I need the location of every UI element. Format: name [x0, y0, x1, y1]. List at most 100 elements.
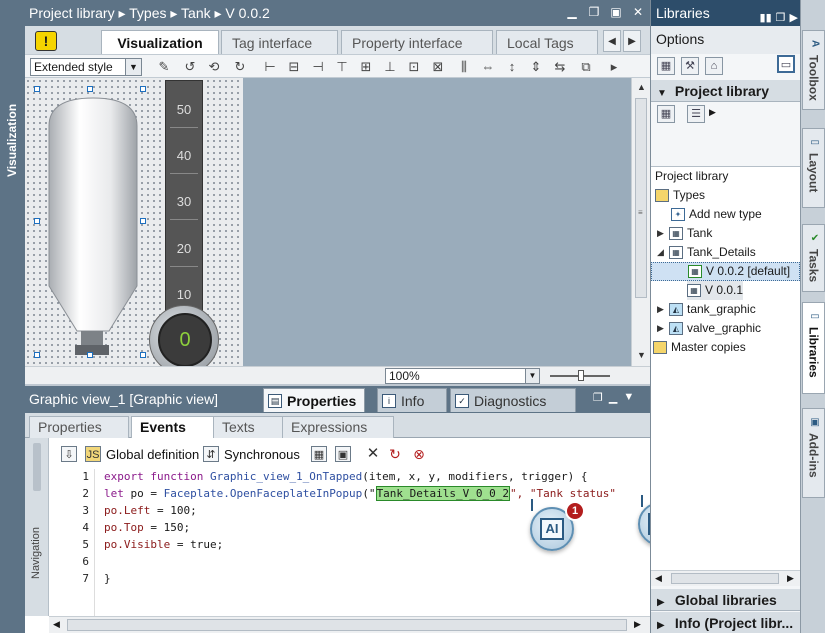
code-line-3[interactable]: po.Left = 100;	[104, 504, 197, 517]
align-top-icon[interactable]: ⊤	[333, 58, 351, 76]
tab-properties[interactable]: ▤ Properties	[263, 388, 365, 412]
selection-handle[interactable]	[140, 352, 146, 358]
minimize-icon[interactable]: ▁	[609, 391, 617, 404]
scroll-down-icon[interactable]: ▼	[634, 348, 649, 363]
dropdown-arrow-icon[interactable]: ▼	[125, 59, 141, 75]
same-size-icon[interactable]: ⇆	[551, 58, 569, 76]
align-right-icon[interactable]: ⊣	[309, 58, 327, 76]
align-left-icon[interactable]: ⊢	[261, 58, 279, 76]
side-tab-layout[interactable]: ▭ Layout	[802, 128, 825, 208]
code-line-5[interactable]: po.Visible = true;	[104, 538, 223, 551]
subtab-expressions[interactable]: Expressions	[282, 416, 394, 438]
restore-icon[interactable]: ❐	[593, 391, 603, 404]
script-editor[interactable]: 1 2 3 4 5 6 7 export function Graphic_vi…	[49, 469, 692, 616]
library-grid-icon[interactable]: ▦	[657, 105, 675, 123]
align-bottom-icon[interactable]: ⊥	[381, 58, 399, 76]
scroll-thumb[interactable]	[671, 573, 779, 584]
options-header[interactable]: Options	[651, 26, 801, 54]
chevron-right-icon[interactable]: ▶	[709, 107, 716, 118]
tab-scroll-right-icon[interactable]: ▶	[623, 30, 641, 52]
grid-button[interactable]: ▦	[311, 446, 332, 462]
close-icon[interactable]: ✕	[630, 4, 646, 20]
tab-property-interface[interactable]: Property interface	[341, 30, 493, 54]
library-layout-icon[interactable]: ▭	[777, 55, 795, 73]
synchronous-button[interactable]: ⇵ Synchronous	[203, 446, 300, 462]
side-tab-tasks[interactable]: ✔ Tasks	[802, 224, 825, 292]
dropdown-arrow-icon[interactable]: ▼	[525, 369, 539, 383]
scroll-left-icon[interactable]: ◀	[655, 573, 662, 584]
layer-icon[interactable]: ⧉	[577, 58, 595, 76]
maximize-icon[interactable]: ▣	[608, 4, 624, 20]
tree-node-master-copies[interactable]: Master copies	[653, 338, 746, 357]
tree-node-add-new-type[interactable]: ✦ Add new type	[671, 205, 762, 224]
center-horizontal-icon[interactable]: ⊡	[405, 58, 423, 76]
tree-horizontal-scrollbar[interactable]: ◀ ▶	[651, 570, 801, 586]
tree-node-tank-details[interactable]: ◢ ▦ Tank_Details	[657, 243, 756, 262]
library-open-icon[interactable]: ⌂	[705, 57, 723, 75]
distribute-horizontal-icon[interactable]: ⇕	[527, 58, 545, 76]
scroll-right-icon[interactable]: ▶	[787, 573, 794, 584]
library-list-icon[interactable]: ☰	[687, 105, 705, 123]
scroll-thumb[interactable]	[67, 619, 627, 631]
delete-button[interactable]: ✕	[365, 446, 386, 462]
side-tab-libraries[interactable]: ▭ Libraries	[802, 302, 825, 394]
more-tools-icon[interactable]: ▸	[605, 58, 623, 76]
selection-handle[interactable]	[140, 86, 146, 92]
info-project-library-header[interactable]: ▶ Info (Project libr...	[651, 612, 801, 633]
rotate-left-icon[interactable]: ↺	[181, 58, 199, 76]
minimize-icon[interactable]: ▁	[564, 4, 580, 20]
tank-graphic[interactable]	[47, 96, 139, 356]
same-height-icon[interactable]: ⇔	[479, 58, 497, 76]
tab-tag-interface[interactable]: Tag interface	[221, 30, 338, 54]
rotate-right-icon[interactable]: ↻	[231, 58, 249, 76]
align-middle-icon[interactable]: ⊞	[357, 58, 375, 76]
canvas-vertical-scrollbar[interactable]: ▲ ≡ ▼	[631, 78, 650, 366]
canvas-background[interactable]	[243, 78, 631, 366]
restore-icon[interactable]: ❐	[586, 4, 602, 20]
visualization-side-tab[interactable]: Visualization	[1, 60, 23, 220]
tab-diagnostics[interactable]: ✓ Diagnostics	[450, 388, 576, 412]
side-tab-toolbox[interactable]: A Toolbox	[802, 30, 825, 110]
code-line-1[interactable]: export function Graphic_view_1_OnTapped(…	[104, 470, 587, 483]
center-vertical-icon[interactable]: ⊠	[429, 58, 447, 76]
project-library-header[interactable]: ▼ Project library	[651, 80, 801, 102]
library-tool-icon[interactable]: ⚒	[681, 57, 699, 75]
selection-handle[interactable]	[140, 218, 146, 224]
selection-handle[interactable]	[87, 86, 93, 92]
library-view-icon[interactable]: ▦	[657, 57, 675, 75]
rotate-alt-icon[interactable]: ⟲	[205, 58, 223, 76]
tree-root[interactable]: Project library	[655, 167, 728, 186]
scroll-up-icon[interactable]: ▲	[634, 80, 649, 95]
style-select[interactable]: Extended style ▼	[30, 58, 142, 76]
code-line-7[interactable]: }	[104, 572, 111, 585]
selection-handle[interactable]	[87, 352, 93, 358]
bar-graph[interactable]: 50 40 30 20 10	[165, 80, 203, 312]
chevron-right-icon[interactable]: ▶	[657, 319, 669, 338]
tree-node-tank[interactable]: ▶ ▦ Tank	[657, 224, 712, 243]
tab-local-tags[interactable]: Local Tags	[496, 30, 598, 54]
selection-handle[interactable]	[34, 86, 40, 92]
tab-info[interactable]: i Info	[377, 388, 447, 412]
scroll-thumb[interactable]	[635, 98, 647, 298]
tag-button[interactable]: ▣	[335, 446, 356, 462]
code-line-4[interactable]: po.Top = 150;	[104, 521, 190, 534]
warning-icon[interactable]: !	[35, 31, 57, 51]
side-tab-add-ins[interactable]: ▣ Add-ins	[802, 408, 825, 498]
tree-node-types[interactable]: Types	[655, 186, 705, 205]
chevron-down-icon[interactable]: ▼	[623, 391, 634, 404]
selection-handle[interactable]	[34, 352, 40, 358]
subtab-texts[interactable]: Texts	[213, 416, 283, 438]
clear-button[interactable]: ⊗	[411, 446, 432, 462]
zoom-slider-knob[interactable]	[578, 370, 584, 381]
refresh-button[interactable]: ↻	[387, 446, 408, 462]
zoom-select[interactable]: 100% ▼	[385, 368, 540, 384]
tree-node-tank-graphic[interactable]: ▶ ◭ tank_graphic	[657, 300, 756, 319]
scroll-left-icon[interactable]: ◀	[53, 619, 60, 630]
scroll-right-icon[interactable]: ▶	[634, 619, 641, 630]
selection-handle[interactable]	[34, 218, 40, 224]
global-definition-button[interactable]: JS Global definition	[85, 446, 199, 462]
code-horizontal-scrollbar[interactable]: ◀ ▶	[49, 616, 650, 633]
tree-node-version[interactable]: ▦ V 0.0.1	[687, 281, 744, 300]
navigation-strip[interactable]: Navigation	[25, 438, 49, 616]
tree-node-version-default[interactable]: ▦ V 0.0.2 [default]	[651, 262, 800, 281]
